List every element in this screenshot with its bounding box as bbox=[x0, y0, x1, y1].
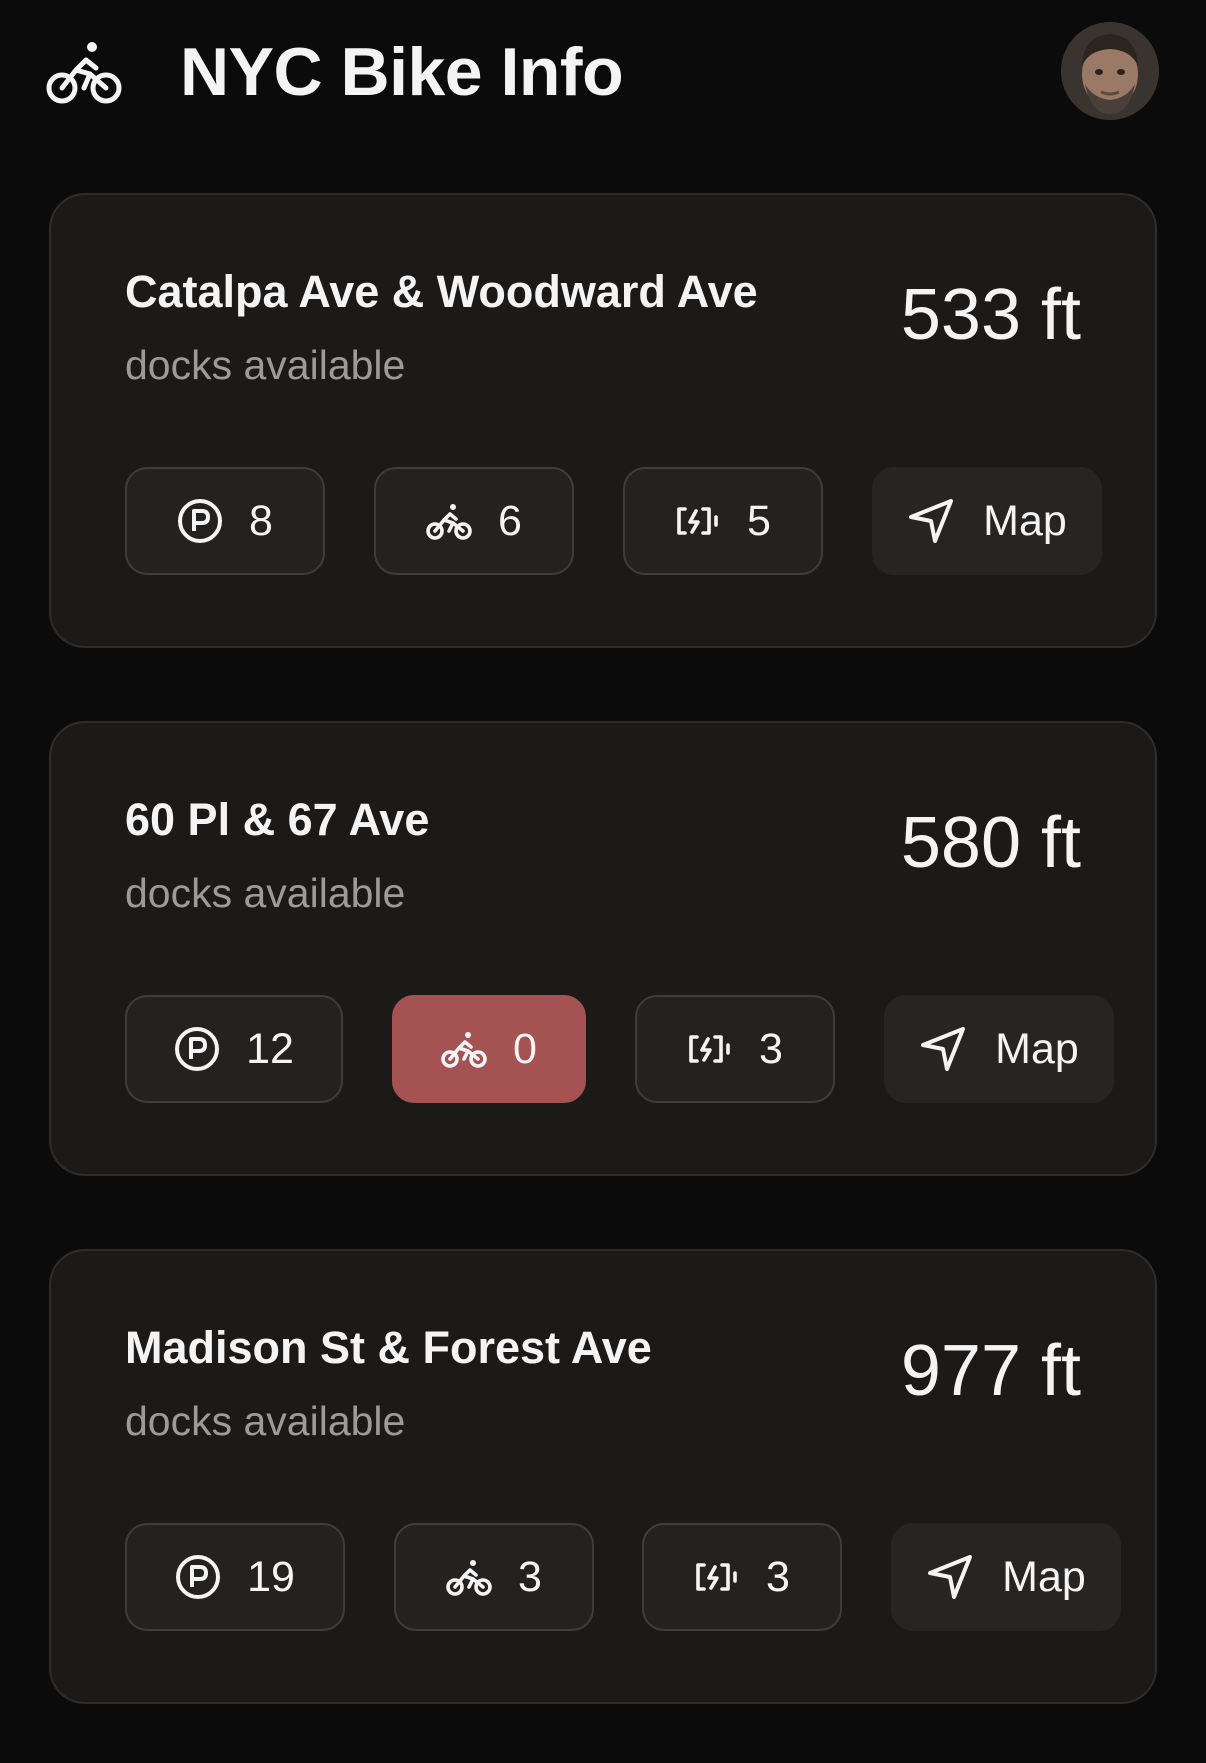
app-header: NYC Bike Info bbox=[0, 0, 1206, 150]
parking-icon bbox=[176, 1555, 221, 1599]
ebikes-badge[interactable]: 3 bbox=[642, 1523, 842, 1631]
docks-badge[interactable]: 12 bbox=[125, 995, 343, 1103]
docks-count: 19 bbox=[247, 1552, 295, 1601]
bicycle-rider-icon bbox=[46, 42, 122, 104]
bikes-badge[interactable]: 6 bbox=[374, 467, 574, 575]
station-subtitle: docks available bbox=[125, 342, 406, 388]
map-button[interactable]: Map bbox=[872, 467, 1102, 575]
station-name: Catalpa Ave & Woodward Ave bbox=[125, 266, 758, 317]
bikes-count: 0 bbox=[513, 1024, 537, 1073]
parking-icon bbox=[175, 1027, 220, 1071]
map-label: Map bbox=[1002, 1552, 1086, 1601]
ebikes-count: 3 bbox=[759, 1024, 783, 1073]
battery-charging-icon bbox=[689, 1035, 730, 1063]
bikes-badge[interactable]: 3 bbox=[394, 1523, 594, 1631]
navigation-arrow-icon bbox=[909, 499, 954, 543]
station-distance: 580 ft bbox=[900, 803, 1081, 883]
docks-badge[interactable]: 8 bbox=[125, 467, 325, 575]
navigation-arrow-icon bbox=[928, 1555, 973, 1599]
docks-count: 12 bbox=[246, 1024, 294, 1073]
docks-badge[interactable]: 19 bbox=[125, 1523, 345, 1631]
station-distance: 533 ft bbox=[900, 275, 1081, 355]
station-subtitle: docks available bbox=[125, 870, 406, 916]
parking-icon bbox=[178, 499, 223, 543]
station-subtitle: docks available bbox=[125, 1398, 406, 1444]
station-card[interactable]: Madison St & Forest Ave docks available … bbox=[49, 1249, 1157, 1704]
station-name: 60 Pl & 67 Ave bbox=[125, 794, 430, 845]
map-button[interactable]: Map bbox=[891, 1523, 1121, 1631]
bikes-count: 3 bbox=[518, 1552, 542, 1601]
bikes-badge-empty[interactable]: 0 bbox=[392, 995, 586, 1103]
station-card[interactable]: 60 Pl & 67 Ave docks available 580 ft 12… bbox=[49, 721, 1157, 1176]
ebikes-badge[interactable]: 3 bbox=[635, 995, 835, 1103]
bike-icon bbox=[426, 504, 472, 540]
station-name: Madison St & Forest Ave bbox=[125, 1322, 652, 1373]
app-title: NYC Bike Info bbox=[180, 34, 624, 110]
docks-count: 8 bbox=[249, 496, 273, 545]
map-label: Map bbox=[983, 496, 1067, 545]
map-label: Map bbox=[995, 1024, 1079, 1073]
user-avatar[interactable] bbox=[1061, 22, 1159, 120]
map-button[interactable]: Map bbox=[884, 995, 1114, 1103]
navigation-arrow-icon bbox=[921, 1027, 966, 1071]
bikes-count: 6 bbox=[498, 496, 522, 545]
ebikes-badge[interactable]: 5 bbox=[623, 467, 823, 575]
battery-charging-icon bbox=[677, 507, 718, 535]
station-card[interactable]: Catalpa Ave & Woodward Ave docks availab… bbox=[49, 193, 1157, 648]
ebikes-count: 3 bbox=[766, 1552, 790, 1601]
bike-icon bbox=[446, 1560, 492, 1596]
station-distance: 977 ft bbox=[900, 1331, 1081, 1411]
avatar-photo bbox=[1061, 22, 1159, 120]
ebikes-count: 5 bbox=[747, 496, 771, 545]
bike-icon bbox=[441, 1032, 487, 1068]
battery-charging-icon bbox=[696, 1563, 737, 1591]
